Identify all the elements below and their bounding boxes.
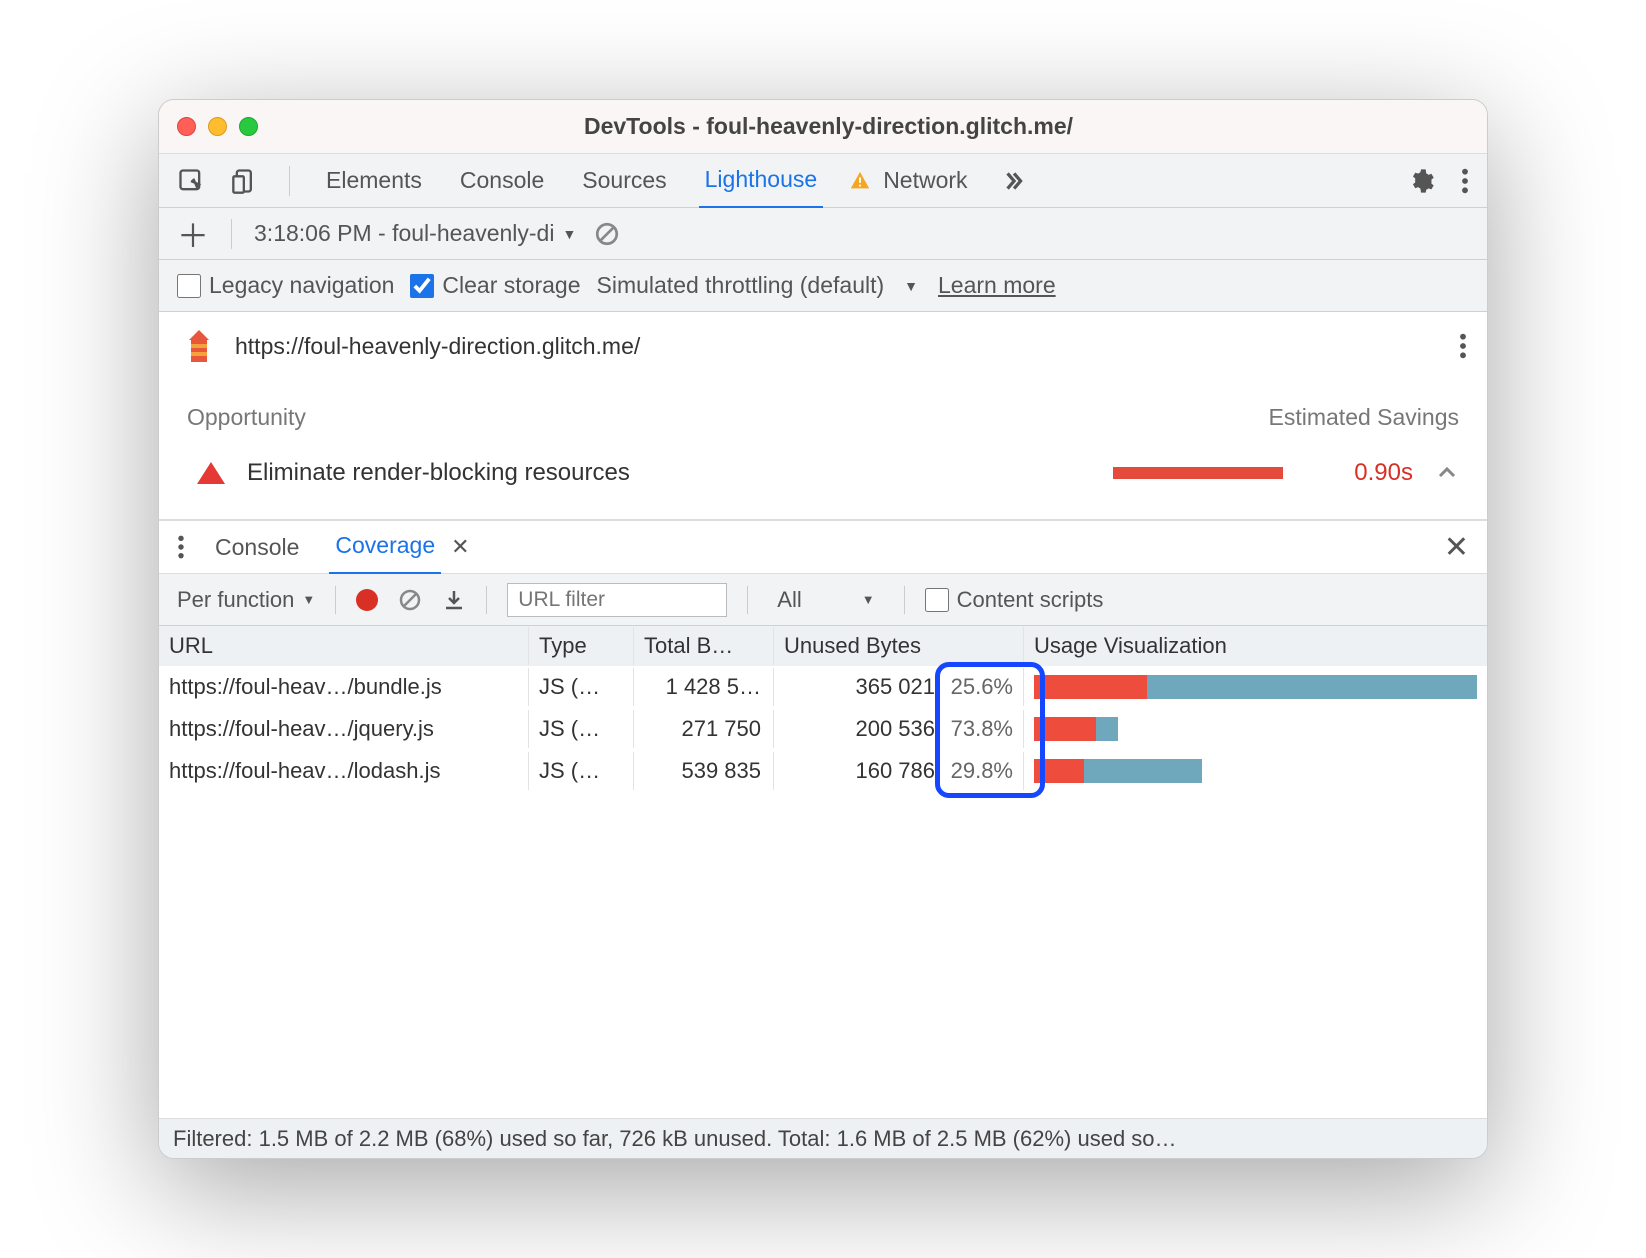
lighthouse-logo-icon: [179, 326, 219, 366]
lighthouse-toolbar: ＋ 3:18:06 PM - foul-heavenly-di ▼: [159, 208, 1487, 260]
dropdown-triangle-icon: ▼: [302, 592, 315, 607]
cell-type: JS (…: [529, 710, 634, 748]
content-scripts-label: Content scripts: [957, 587, 1104, 613]
cell-total: 271 750: [634, 710, 774, 748]
content-scripts-option[interactable]: Content scripts: [925, 587, 1104, 613]
drawer-tabs: Console Coverage ✕ ✕: [159, 520, 1487, 574]
col-unused[interactable]: Unused Bytes: [774, 627, 1024, 665]
coverage-table-body: https://foul-heav…/bundle.jsJS (…1 428 5…: [159, 666, 1487, 792]
report-select-label: 3:18:06 PM - foul-heavenly-di: [254, 220, 554, 247]
inspect-icon[interactable]: [177, 167, 205, 195]
table-row[interactable]: https://foul-heav…/lodash.jsJS (…539 835…: [159, 750, 1487, 792]
cell-unused: 200 53673.8%: [774, 710, 1024, 748]
savings-value: 0.90s: [1313, 459, 1413, 487]
throttling-label: Simulated throttling (default): [597, 272, 885, 299]
savings-bar: [1113, 467, 1283, 479]
col-type[interactable]: Type: [529, 627, 634, 665]
cell-type: JS (…: [529, 668, 634, 706]
legacy-navigation-option[interactable]: Legacy navigation: [177, 272, 394, 299]
coverage-table-header: URL Type Total B… Unused Bytes Usage Vis…: [159, 626, 1487, 666]
lighthouse-options: Legacy navigation Clear storage Simulate…: [159, 260, 1487, 312]
cell-url: https://foul-heav…/bundle.js: [159, 668, 529, 706]
coverage-mode-select[interactable]: Per function ▼: [177, 587, 315, 613]
opportunity-row[interactable]: Eliminate render-blocking resources 0.90…: [187, 459, 1459, 513]
device-toggle-icon[interactable]: [231, 167, 259, 195]
type-filter-label: All: [777, 587, 801, 613]
dropdown-triangle-icon: ▼: [904, 278, 918, 294]
dropdown-triangle-icon: ▼: [562, 226, 576, 242]
titlebar: DevTools - foul-heavenly-direction.glitc…: [159, 100, 1487, 154]
legacy-navigation-checkbox[interactable]: [177, 274, 201, 298]
clear-storage-label: Clear storage: [442, 272, 580, 299]
devtools-window: DevTools - foul-heavenly-direction.glitc…: [158, 99, 1488, 1159]
opportunities-col-left: Opportunity: [187, 404, 306, 431]
col-url[interactable]: URL: [159, 627, 529, 665]
content-scripts-checkbox[interactable]: [925, 588, 949, 612]
coverage-status-bar: Filtered: 1.5 MB of 2.2 MB (68%) used so…: [159, 1118, 1487, 1158]
opportunity-label: Eliminate render-blocking resources: [247, 459, 1091, 487]
report-select[interactable]: 3:18:06 PM - foul-heavenly-di ▼: [254, 220, 576, 247]
cell-viz: [1024, 708, 1487, 750]
coverage-toolbar: Per function ▼ All ▼ Content scripts: [159, 574, 1487, 626]
traffic-lights: [177, 117, 258, 136]
warning-icon: [849, 170, 871, 192]
close-dot[interactable]: [177, 117, 196, 136]
drawer-close-x-icon[interactable]: ✕: [1444, 530, 1469, 565]
clear-icon[interactable]: [594, 221, 620, 247]
chevron-up-icon[interactable]: [1435, 461, 1459, 485]
clear-storage-checkbox[interactable]: [410, 274, 434, 298]
kebab-menu-icon[interactable]: [1461, 167, 1469, 195]
cell-type: JS (…: [529, 752, 634, 790]
cell-unused: 160 78629.8%: [774, 752, 1024, 790]
type-filter-select[interactable]: All ▼: [768, 586, 883, 614]
cell-viz: [1024, 666, 1487, 708]
minimize-dot[interactable]: [208, 117, 227, 136]
drawer-tab-coverage[interactable]: Coverage: [329, 519, 441, 575]
export-icon[interactable]: [442, 588, 466, 612]
opportunities-section: Opportunity Estimated Savings Eliminate …: [159, 380, 1487, 520]
table-row[interactable]: https://foul-heav…/jquery.jsJS (…271 750…: [159, 708, 1487, 750]
close-tab-x-icon[interactable]: ✕: [451, 534, 469, 560]
throttling-select[interactable]: Simulated throttling (default) ▼: [597, 272, 919, 299]
tab-elements[interactable]: Elements: [320, 154, 428, 207]
tab-network[interactable]: Network: [877, 154, 973, 207]
coverage-mode-label: Per function: [177, 587, 294, 613]
record-button-icon[interactable]: [356, 589, 378, 611]
audited-url: https://foul-heavenly-direction.glitch.m…: [235, 333, 640, 360]
table-row[interactable]: https://foul-heav…/bundle.jsJS (…1 428 5…: [159, 666, 1487, 708]
clear-storage-option[interactable]: Clear storage: [410, 272, 580, 299]
tab-lighthouse[interactable]: Lighthouse: [699, 153, 824, 209]
fail-triangle-icon: [197, 462, 225, 484]
col-viz[interactable]: Usage Visualization: [1024, 627, 1487, 665]
coverage-table: URL Type Total B… Unused Bytes Usage Vis…: [159, 626, 1487, 1118]
learn-more-link[interactable]: Learn more: [938, 272, 1056, 299]
audited-url-bar: https://foul-heavenly-direction.glitch.m…: [159, 312, 1487, 380]
window-title: DevTools - foul-heavenly-direction.glitc…: [270, 113, 1387, 140]
dropdown-triangle-icon: ▼: [862, 592, 875, 607]
drawer-kebab-icon[interactable]: [177, 534, 185, 560]
drawer-tab-console[interactable]: Console: [209, 521, 305, 574]
cell-total: 539 835: [634, 752, 774, 790]
opportunities-col-right: Estimated Savings: [1269, 404, 1459, 431]
legacy-navigation-label: Legacy navigation: [209, 272, 394, 299]
cell-unused: 365 02125.6%: [774, 668, 1024, 706]
settings-gear-icon[interactable]: [1407, 167, 1435, 195]
more-tabs-chevron-icon[interactable]: [1000, 168, 1026, 194]
col-total[interactable]: Total B…: [634, 627, 774, 665]
cell-url: https://foul-heav…/jquery.js: [159, 710, 529, 748]
clear-coverage-icon[interactable]: [398, 588, 422, 612]
cell-total: 1 428 5…: [634, 668, 774, 706]
cell-url: https://foul-heav…/lodash.js: [159, 752, 529, 790]
main-tabs: Elements Console Sources Lighthouse Netw…: [159, 154, 1487, 208]
tab-console[interactable]: Console: [454, 154, 550, 207]
report-kebab-icon[interactable]: [1459, 332, 1467, 360]
new-report-plus-icon[interactable]: ＋: [177, 211, 209, 257]
cell-viz: [1024, 750, 1487, 792]
zoom-dot[interactable]: [239, 117, 258, 136]
tab-sources[interactable]: Sources: [576, 154, 672, 207]
url-filter-input[interactable]: [507, 583, 727, 617]
